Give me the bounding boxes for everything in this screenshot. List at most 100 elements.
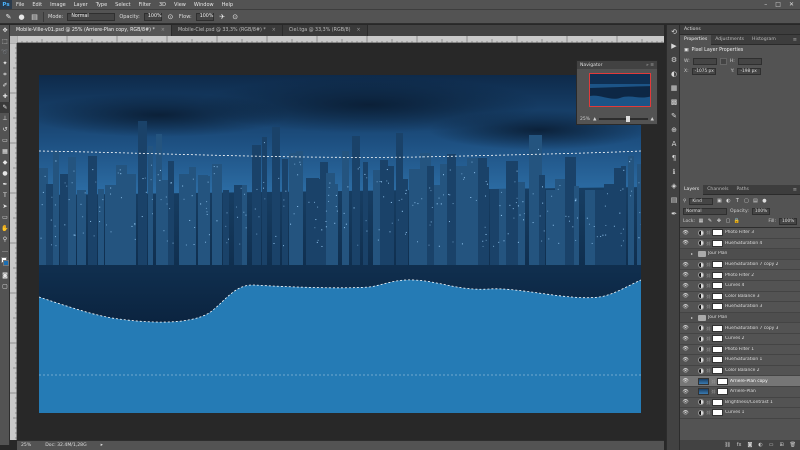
filter-adjustment-icon[interactable]: ◐ (725, 198, 731, 204)
visibility-eye-icon[interactable]: 👁 (682, 388, 689, 395)
new-layer-icon[interactable]: ⊞ (779, 442, 783, 448)
brush-preset-icon[interactable]: ● (17, 12, 26, 21)
layer-name[interactable]: Color Balance 3 (725, 294, 760, 299)
visibility-eye-icon[interactable]: 👁 (682, 272, 689, 279)
layer-mask-thumbnail[interactable] (712, 356, 723, 364)
layer-name[interactable]: Curves 4 (725, 283, 744, 288)
document-tab[interactable]: Ciel.tga @ 33,3% (RGB/8) × (282, 25, 368, 36)
menu-view[interactable]: View (170, 2, 190, 8)
h-field[interactable] (737, 58, 762, 65)
pressure-opacity-icon[interactable]: ⊙ (166, 12, 175, 21)
swatches-icon[interactable]: ▩ (667, 95, 681, 109)
visibility-eye-icon[interactable]: 👁 (682, 303, 689, 310)
layer-thumbnail[interactable] (698, 377, 709, 385)
layers-icon[interactable]: ◈ (667, 179, 681, 193)
status-zoom[interactable]: 25% (21, 443, 31, 448)
mode-select[interactable]: Normal (67, 12, 116, 21)
menu-help[interactable]: Help (218, 2, 237, 8)
dodge-tool-icon[interactable]: ● (0, 168, 10, 179)
visibility-eye-icon[interactable]: 👁 (682, 261, 689, 268)
more-tools-icon[interactable]: … (0, 245, 10, 256)
layer-name[interactable]: Hue/Saturation 7 copy 3 (725, 326, 778, 331)
menu-image[interactable]: Image (46, 2, 70, 8)
properties-tab-adjustments[interactable]: Adjustments (711, 35, 748, 45)
zoom-out-icon[interactable]: ▲ (593, 117, 596, 122)
navigator-zoom-slider[interactable] (599, 116, 648, 122)
add-mask-icon[interactable]: ◙ (747, 442, 752, 448)
lock-artboard-icon[interactable]: ▢ (725, 218, 731, 224)
menu-edit[interactable]: Edit (28, 2, 46, 8)
layer-row[interactable]: 👁 ⛓ Photo Filter 2 (680, 270, 800, 281)
expand-arrow-icon[interactable]: ▸ (691, 251, 696, 256)
lock-transparent-icon[interactable]: ▦ (698, 218, 704, 224)
actions-icon[interactable]: ▶ (667, 39, 681, 53)
visibility-eye-icon[interactable]: 👁 (682, 314, 689, 321)
adjustments-icon[interactable]: ◐ (667, 67, 681, 81)
filter-type-icon[interactable]: T (734, 198, 740, 204)
pressure-size-icon[interactable]: ⊙ (231, 12, 240, 21)
eraser-tool-icon[interactable]: ▭ (0, 135, 10, 146)
move-tool-icon[interactable]: ✥ (0, 25, 10, 36)
navigator-menu-icon[interactable]: » ≡ (646, 63, 654, 68)
history-brush-tool-icon[interactable]: ↺ (0, 124, 10, 135)
zoom-in-icon[interactable]: ▲ (651, 117, 654, 122)
lasso-tool-icon[interactable]: ➰ (0, 47, 10, 58)
layer-row[interactable]: 👁▸ Jour Plan (680, 312, 800, 324)
visibility-eye-icon[interactable]: 👁 (682, 335, 689, 342)
layer-mask-thumbnail[interactable] (712, 409, 723, 417)
gradient-tool-icon[interactable]: ▦ (0, 146, 10, 157)
lock-position-icon[interactable]: ✥ (716, 218, 722, 224)
new-group-icon[interactable]: ▭ (769, 442, 774, 448)
layer-row[interactable]: 👁 ⛓ Photo Filter 1 (680, 344, 800, 356)
channels-icon[interactable]: ▤ (667, 193, 681, 207)
paths-icon[interactable]: ✒ (667, 207, 681, 221)
layer-mask-thumbnail[interactable] (712, 303, 723, 311)
expand-arrow-icon[interactable]: ▸ (691, 315, 696, 320)
lock-pixels-icon[interactable]: ✎ (707, 218, 713, 224)
background-color-swatch[interactable] (3, 260, 9, 266)
navigator-panel[interactable]: Navigator » ≡ 25% ▲ ▲ (576, 60, 658, 125)
marquee-tool-icon[interactable]: ⬚ (0, 36, 10, 47)
menu-3d[interactable]: 3D (155, 2, 170, 8)
layer-mask-thumbnail[interactable] (712, 367, 723, 375)
close-icon[interactable]: × (272, 28, 276, 33)
navigator-thumbnail[interactable] (589, 73, 651, 107)
hand-tool-icon[interactable]: ✋ (0, 223, 10, 234)
menu-type[interactable]: Type (92, 2, 111, 8)
opacity-field[interactable]: 100% (143, 12, 162, 21)
properties-tab-properties[interactable]: Properties (680, 34, 712, 45)
layers-tab-channels[interactable]: Channels (703, 185, 732, 195)
layer-row[interactable]: 👁 ⛓ Hue/Saturation 1 (680, 355, 800, 366)
layer-name[interactable]: Hue/Saturation 7 copy 2 (725, 262, 778, 267)
blur-tool-icon[interactable]: ◆ (0, 157, 10, 168)
trash-icon[interactable]: 🗑 (790, 442, 796, 448)
canvas-workspace[interactable]: Navigator » ≡ 25% ▲ ▲ (17, 43, 664, 440)
layer-mask-thumbnail[interactable] (712, 261, 723, 269)
layer-name[interactable]: Hue/Saturation 4 (725, 241, 762, 246)
document-tab[interactable]: Mobile-Ville-v01.psd @ 25% (Arriere-Plan… (10, 25, 172, 36)
layer-mask-thumbnail[interactable] (712, 239, 723, 247)
document-tab[interactable]: Mobile-Ciel.psd @ 33,3% (RGB/8#) * × (171, 25, 283, 36)
filter-pixel-icon[interactable]: ▣ (716, 198, 722, 204)
type-tool-icon[interactable]: T (0, 190, 10, 201)
layer-row[interactable]: 👁 ⛓ Color Balance 3 (680, 291, 800, 303)
navigator-header[interactable]: Navigator » ≡ (577, 61, 657, 69)
layer-name[interactable]: Color Balance 2 (725, 368, 760, 373)
panel-menu-icon[interactable]: ≡ (793, 187, 800, 193)
layer-mask-thumbnail[interactable] (717, 377, 728, 385)
layer-name[interactable]: Arriere-Plan (730, 389, 756, 394)
visibility-eye-icon[interactable]: 👁 (682, 293, 689, 300)
link-icon[interactable] (719, 58, 727, 65)
filter-toggle-icon[interactable]: ● (761, 198, 767, 204)
menu-select[interactable]: Select (111, 2, 134, 8)
w-field[interactable] (692, 58, 717, 65)
color-swatches[interactable] (0, 256, 10, 270)
visibility-eye-icon[interactable]: 👁 (682, 229, 689, 236)
layer-mask-thumbnail[interactable] (717, 388, 728, 396)
filter-smart-icon[interactable]: ▤ (752, 198, 758, 204)
layer-name[interactable]: Curves 2 (725, 336, 744, 341)
status-doc-info[interactable]: Doc: 32.4M/1,28G (45, 443, 86, 448)
flow-field[interactable]: 100% (195, 12, 214, 21)
pen-tool-icon[interactable]: ✒ (0, 179, 10, 190)
info-icon[interactable]: ℹ (667, 165, 681, 179)
